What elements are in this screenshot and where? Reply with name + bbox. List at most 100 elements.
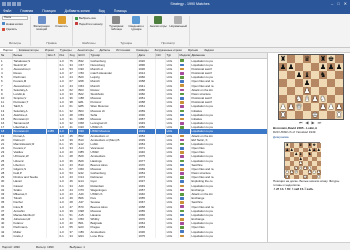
first-move-icon[interactable]: ⏮ xyxy=(299,120,303,125)
board-square[interactable]: ♞ xyxy=(295,95,303,103)
board-square[interactable] xyxy=(287,95,295,103)
menu-file[interactable]: Файл xyxy=(3,9,11,13)
board-square[interactable]: ♛ xyxy=(295,103,303,111)
mark-button[interactable]: Отметить xyxy=(53,16,70,28)
board-square[interactable] xyxy=(287,55,295,63)
table-row[interactable]: 43 Grefe,J 0-1 34 E94 Lone Pine 1975 vCG Liquida… xyxy=(0,233,267,238)
board-square[interactable]: ♟ xyxy=(335,63,343,71)
board-square[interactable]: ♟ xyxy=(279,63,287,71)
board-square[interactable] xyxy=(327,111,335,119)
board-square[interactable]: ♟ xyxy=(319,103,327,111)
board-square[interactable]: ♟ xyxy=(303,87,311,95)
board-square[interactable]: ♝ xyxy=(303,71,311,79)
board-square[interactable]: ♚ xyxy=(311,111,319,119)
board-square[interactable]: ♟ xyxy=(303,79,311,87)
board-square[interactable] xyxy=(295,111,303,119)
board-square[interactable] xyxy=(335,95,343,103)
board-square[interactable] xyxy=(335,87,343,95)
board-square[interactable] xyxy=(279,95,287,103)
last-move-icon[interactable]: ⏭ xyxy=(318,120,322,125)
board-square[interactable] xyxy=(327,71,335,79)
subtab-item[interactable]: Ярлыки xyxy=(185,48,201,52)
select-all-button[interactable]: Выбрать все xyxy=(75,16,103,20)
board-square[interactable]: ♚ xyxy=(327,55,335,63)
board-square[interactable] xyxy=(311,71,319,79)
board-square[interactable] xyxy=(295,63,303,71)
menu-home[interactable]: Главная xyxy=(20,9,33,13)
maximize-icon[interactable]: □ xyxy=(337,0,339,7)
analyse-game-button[interactable]: Анализ игры xyxy=(150,16,167,28)
board-square[interactable] xyxy=(319,79,327,87)
board-square[interactable] xyxy=(303,63,311,71)
board-square[interactable]: ♟ xyxy=(327,103,335,111)
board-square[interactable]: ♜ xyxy=(279,55,287,63)
close-icon[interactable]: ✕ xyxy=(344,0,347,7)
menu-view[interactable]: Вид xyxy=(99,9,105,13)
board-square[interactable] xyxy=(279,87,287,95)
board-square[interactable] xyxy=(335,71,343,79)
board-square[interactable] xyxy=(311,63,319,71)
board-square[interactable] xyxy=(287,87,295,95)
board-square[interactable] xyxy=(287,71,295,79)
board-square[interactable] xyxy=(303,111,311,119)
save-icon[interactable] xyxy=(7,1,11,6)
tournament-info-button[interactable]: Сведения о турнире xyxy=(128,16,145,32)
board-square[interactable] xyxy=(295,79,303,87)
new-copy-button[interactable]: Новая копия xyxy=(2,22,28,26)
board-square[interactable]: ♟ xyxy=(287,103,295,111)
subtab-item[interactable]: Источники xyxy=(113,48,133,52)
go-to-start-button[interactable]: Перейти к началу xyxy=(75,22,103,26)
subtab-item[interactable]: Игроки xyxy=(42,48,57,52)
board-square[interactable] xyxy=(287,79,295,87)
board-square[interactable] xyxy=(279,79,287,87)
board-square[interactable] xyxy=(327,79,335,87)
board-square[interactable]: ♟ xyxy=(311,95,319,103)
minimize-icon[interactable]: – xyxy=(331,0,333,7)
board-square[interactable]: ♟ xyxy=(319,63,327,71)
board-square[interactable] xyxy=(311,79,319,87)
board-square[interactable] xyxy=(295,87,303,95)
menu-add-copies[interactable]: Добавить копии xyxy=(65,9,90,13)
board-square[interactable] xyxy=(319,87,327,95)
board-square[interactable] xyxy=(311,55,319,63)
board-square[interactable]: ♟ xyxy=(287,63,295,71)
board-square[interactable] xyxy=(295,55,303,63)
board-square[interactable] xyxy=(279,71,287,79)
normal-view-button[interactable]: Нормальный xyxy=(170,16,187,28)
subtab-item[interactable]: Аннотаторы xyxy=(74,48,96,52)
chess-board[interactable]: ♜ ♛ ♜ ♚ ♟ ♟ ♟ ♟ ♟ ♟ ♝ ♞ ♟ ♟ ♞ ♝ ♟ ♞ ♟ ♟ ♛ ♟ ♟ ♟ ♜ ♚ ♜ xyxy=(278,54,344,120)
next-move-icon[interactable]: ▶ xyxy=(312,120,315,125)
subtab-item[interactable]: Комментаторы xyxy=(16,48,42,52)
board-square[interactable] xyxy=(311,103,319,111)
undo-icon[interactable] xyxy=(12,1,16,6)
subtab-item[interactable]: Команды xyxy=(133,48,151,52)
subtab-item[interactable]: Партии xyxy=(0,48,16,52)
tournament-table-button[interactable]: Турнирная таблица xyxy=(108,16,125,32)
search-input[interactable]: Поиск xyxy=(2,16,28,20)
board-square[interactable] xyxy=(319,111,327,119)
menu-position[interactable]: Позиция xyxy=(42,9,55,13)
board-square[interactable] xyxy=(327,95,335,103)
board-square[interactable]: ♟ xyxy=(279,103,287,111)
board-square[interactable] xyxy=(303,103,311,111)
delete-button[interactable]: Удалить xyxy=(2,27,28,31)
subtab-item[interactable]: Дебюты xyxy=(97,48,114,52)
board-square[interactable]: ♞ xyxy=(319,95,327,103)
prev-move-icon[interactable]: ◀ xyxy=(305,120,308,125)
board-square[interactable] xyxy=(311,87,319,95)
board-square[interactable]: ♝ xyxy=(303,95,311,103)
board-square[interactable] xyxy=(335,79,343,87)
subtab-item[interactable]: Задачи xyxy=(201,48,217,52)
filter-positions-button[interactable]: Фильтрация позиций xyxy=(33,16,50,32)
board-square[interactable]: ♟ xyxy=(327,63,335,71)
board-square[interactable]: ♛ xyxy=(303,55,311,63)
board-square[interactable]: ♟ xyxy=(295,71,303,79)
redo-icon[interactable] xyxy=(17,1,21,6)
subtab-item[interactable]: Загруженные игроки xyxy=(151,48,184,52)
board-square[interactable]: ♟ xyxy=(335,103,343,111)
board-square[interactable]: ♜ xyxy=(335,111,343,119)
board-square[interactable]: ♜ xyxy=(319,55,327,63)
board-square[interactable] xyxy=(287,111,295,119)
subtab-item[interactable]: Турниры xyxy=(57,48,75,52)
menu-help[interactable]: Помощь xyxy=(114,9,127,13)
